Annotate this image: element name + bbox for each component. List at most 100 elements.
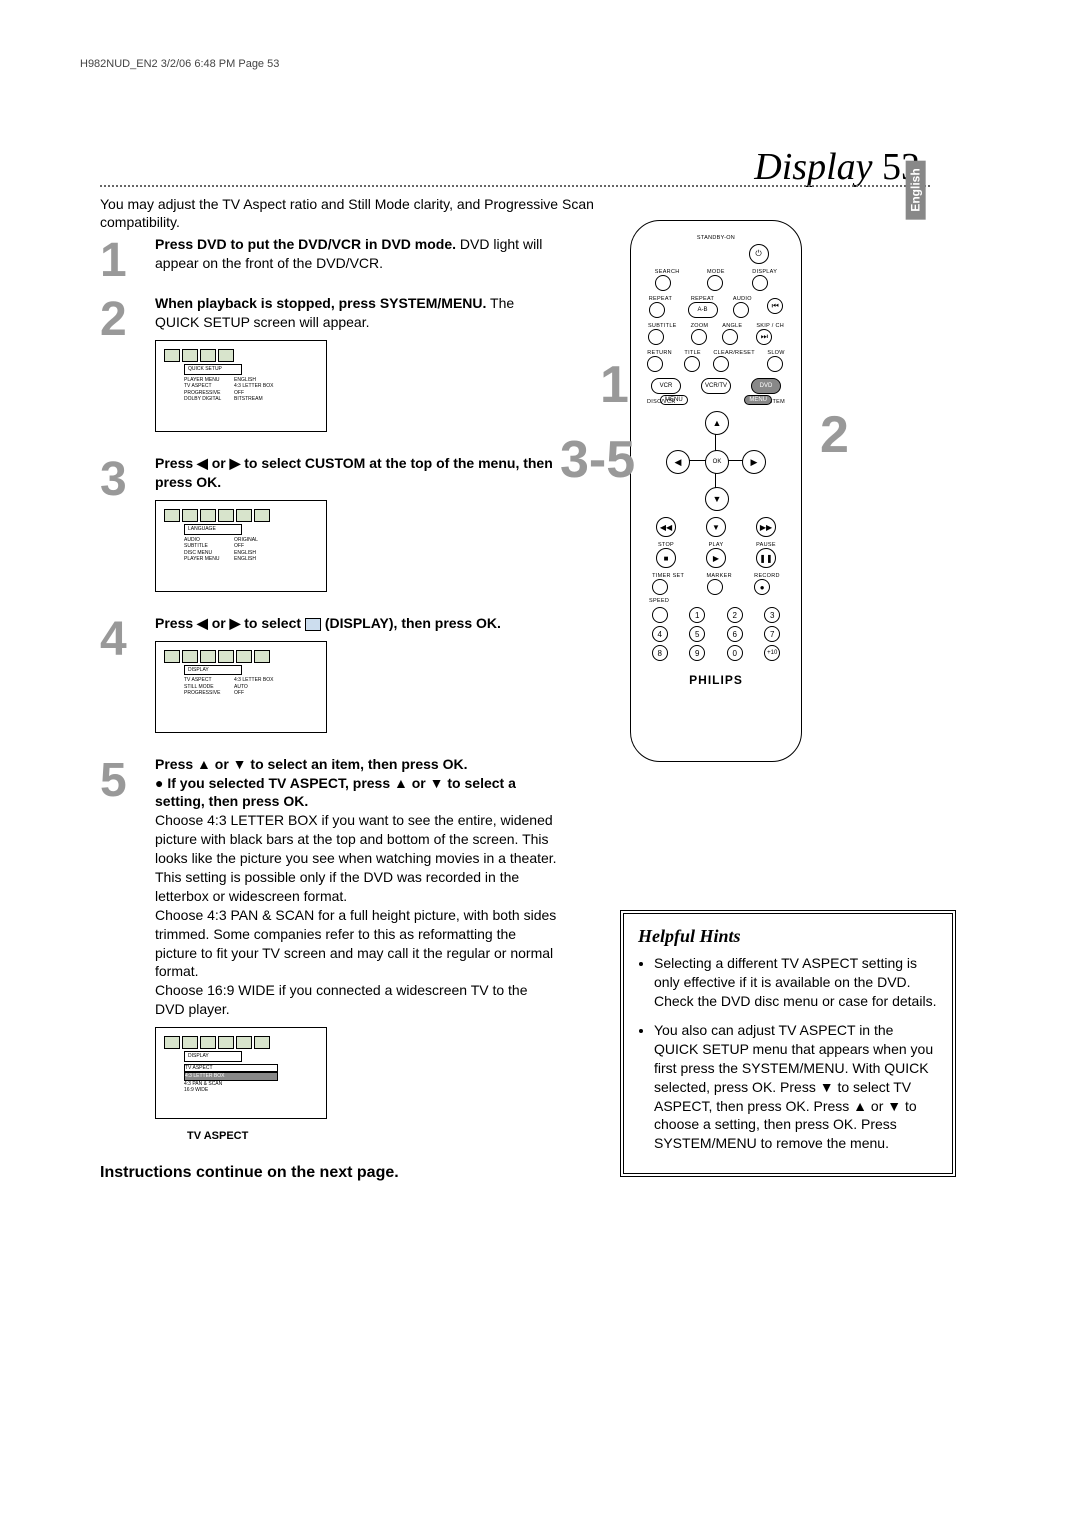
step-5: 5 Press ▲ or ▼ to select an item, then p… [100,755,560,1144]
step-number: 1 [100,239,155,282]
step5-bold-1: Press ▲ or ▼ to select an item, then pre… [155,755,560,774]
num-5[interactable]: 5 [689,626,705,642]
num-3[interactable]: 3 [764,607,780,623]
helpful-hints-box: Helpful Hints Selecting a different TV A… [620,910,956,1177]
repeat-button[interactable] [649,302,665,318]
screen4-rows: TV ASPECT4:3 LETTER BOX STILL MODEAUTO P… [184,677,318,697]
screen4-header: DISPLAY [184,665,242,676]
step5-bold-2: ● If you selected TV ASPECT, press ▲ or … [155,774,560,812]
num-6[interactable]: 6 [727,626,743,642]
step-2: 2 When playback is stopped, press SYSTEM… [100,294,560,442]
screen3-rows: AUDIOORIGINAL SUBTITLEOFF DISC MENUENGLI… [184,537,318,563]
step-content: Press ▲ or ▼ to select an item, then pre… [155,755,560,1144]
menu-left-button[interactable]: MENU [660,395,688,405]
num-plus10[interactable]: +10 [764,645,780,661]
pause-button[interactable]: ❚❚ [756,548,776,568]
page-title: Display 53 [754,145,920,189]
quick-setup-screen: QUICK SETUP PLAYER MENUENGLISH TV ASPECT… [155,340,327,432]
standby-button[interactable]: ⏻ [749,244,769,264]
up-button[interactable]: ▲ [705,411,729,435]
screen5-rows: TV ASPECT 4:3 LETTER BOX 4:3 PAN & SCAN … [184,1064,318,1094]
fastforward-button[interactable]: ▶▶ [756,517,776,537]
print-header: H982NUD_EN2 3/2/06 6:48 PM Page 53 [80,58,279,70]
vcr-button[interactable]: VCR [651,378,681,394]
tv-aspect-caption: TV ASPECT [187,1129,560,1144]
step-number: 3 [100,458,155,602]
screen2-rows: PLAYER MENUENGLISH TV ASPECT4:3 LETTER B… [184,377,318,403]
remote-diagram: STANDBY-ON ⏻ SEARCH MODE DISPLAY REPEAT … [630,220,802,762]
step5-para3: Choose 16:9 WIDE if you connected a wide… [155,981,560,1019]
mode-button[interactable] [707,275,723,291]
display-icon [305,618,321,631]
screen2-header: QUICK SETUP [184,364,242,375]
play-button[interactable]: ▶ [706,548,726,568]
left-button[interactable]: ◀ [666,450,690,474]
num-0[interactable]: 0 [727,645,743,661]
rewind-button[interactable]: ◀◀ [656,517,676,537]
philips-logo: PHILIPS [641,673,791,687]
num-9[interactable]: 9 [689,645,705,661]
marker-button[interactable] [707,579,723,595]
steps-list: 1 Press DVD to put the DVD/VCR in DVD mo… [100,235,560,1182]
search-button[interactable] [655,275,671,291]
num-1[interactable]: 1 [689,607,705,623]
screen3-header: LANGUAGE [184,524,242,535]
step-number: 4 [100,618,155,743]
language-tab: English [905,160,925,219]
num-4[interactable]: 4 [652,626,668,642]
step-1: 1 Press DVD to put the DVD/VCR in DVD mo… [100,235,560,282]
intro-paragraph: You may adjust the TV Aspect ratio and S… [100,195,600,231]
menu-right-button[interactable]: MENU [744,395,772,405]
step4-bold-post: (DISPLAY), then press OK. [321,615,501,631]
num-2[interactable]: 2 [727,607,743,623]
step-content: Press DVD to put the DVD/VCR in DVD mode… [155,235,560,282]
step1-bold: Press DVD to put the DVD/VCR in DVD mode… [155,236,456,252]
hint-item: You also can adjust TV ASPECT in the QUI… [654,1021,938,1153]
ok-button[interactable]: OK [705,450,729,474]
angle-button[interactable] [722,329,738,345]
dpad: MENU MENU ▲ ▼ ◀ ▶ OK [666,411,766,511]
dvd-button[interactable]: DVD [751,378,781,394]
hint-item: Selecting a different TV ASPECT setting … [654,954,938,1011]
step-number: 2 [100,298,155,442]
stop-button[interactable]: ■ [656,548,676,568]
down-button[interactable]: ▼ [705,487,729,511]
step3-bold: Press ◀ or ▶ to select CUSTOM at the top… [155,455,553,490]
language-screen: LANGUAGE AUDIOORIGINAL SUBTITLEOFF DISC … [155,500,327,592]
step-content: Press ◀ or ▶ to select CUSTOM at the top… [155,454,560,602]
display-button[interactable] [752,275,768,291]
num-7[interactable]: 7 [764,626,780,642]
repeat-ab-button[interactable]: A-B [688,302,718,318]
audio-button[interactable] [733,302,749,318]
hints-title: Helpful Hints [638,924,938,948]
zoom-button[interactable] [691,329,707,345]
step5-para2: Choose 4:3 PAN & SCAN for a full height … [155,906,560,982]
step-4: 4 Press ◀ or ▶ to select (DISPLAY), then… [100,614,560,743]
clear-button[interactable] [713,356,729,372]
step-content: When playback is stopped, press SYSTEM/M… [155,294,560,442]
step4-bold-pre: Press ◀ or ▶ to select [155,615,305,631]
standby-label: STANDBY-ON [641,235,791,241]
callout-2: 2 [820,405,849,465]
speed-button[interactable] [652,607,668,623]
subtitle-button[interactable] [648,329,664,345]
vcrtv-button[interactable]: VCR/TV [701,378,731,394]
num-8[interactable]: 8 [652,645,668,661]
return-button[interactable] [647,356,663,372]
continue-text: Instructions continue on the next page. [100,1164,560,1182]
title-divider [100,185,930,187]
callout-1: 1 [600,355,629,415]
down2-button[interactable]: ▼ [706,517,726,537]
skip-fwd-button[interactable]: ⏭ [756,329,772,345]
tv-aspect-screen: DISPLAY TV ASPECT 4:3 LETTER BOX 4:3 PAN… [155,1027,327,1119]
timer-set-button[interactable] [652,579,668,595]
skip-back-button[interactable]: ⏮ [767,298,783,314]
slow-button[interactable] [767,356,783,372]
title-word: Display [754,146,872,188]
right-button[interactable]: ▶ [742,450,766,474]
step-number: 5 [100,759,155,1144]
display-screen: DISPLAY TV ASPECT4:3 LETTER BOX STILL MO… [155,641,327,733]
record-button[interactable]: ● [754,579,770,595]
title-button[interactable] [684,356,700,372]
step5-para1: Choose 4:3 LETTER BOX if you want to see… [155,811,560,905]
